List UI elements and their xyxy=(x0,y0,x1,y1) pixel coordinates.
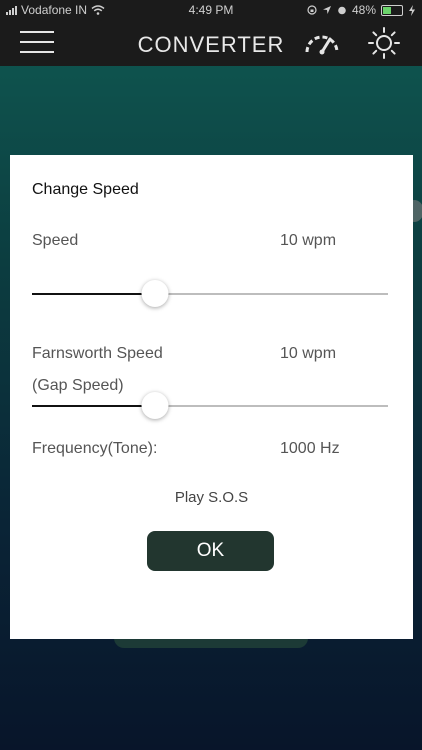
speed-value: 10 wpm xyxy=(280,232,337,249)
farnsworth-value: 10 wpm xyxy=(280,345,337,362)
change-speed-dialog: Change Speed Speed 10 wpm Farnsworth Spe… xyxy=(10,155,413,639)
battery-percent: 48% xyxy=(351,3,376,17)
farnsworth-label: Farnsworth Speed xyxy=(32,345,163,362)
alarm-icon xyxy=(338,6,346,15)
speed-label: Speed xyxy=(32,232,79,249)
farnsworth-sublabel: (Gap Speed) xyxy=(32,377,124,394)
play-sos-button[interactable]: Play S.O.S xyxy=(10,489,413,506)
charging-icon xyxy=(409,4,415,16)
speed-slider-thumb[interactable] xyxy=(141,280,169,307)
status-right: 48% xyxy=(307,3,416,17)
dialog-title: Change Speed xyxy=(32,181,139,198)
farnsworth-slider[interactable] xyxy=(32,392,388,419)
location-icon xyxy=(322,6,331,14)
frequency-value[interactable]: 1000 Hz xyxy=(280,440,340,458)
farnsworth-slider-fill xyxy=(32,405,155,407)
brightness-icon[interactable] xyxy=(368,27,400,59)
app-title: CONVERTER xyxy=(137,32,285,57)
speed-slider-fill xyxy=(32,293,155,295)
speed-slider[interactable] xyxy=(32,280,388,307)
lock-rotation-icon xyxy=(307,5,317,15)
battery-icon xyxy=(381,4,403,16)
frequency-label: Frequency(Tone): xyxy=(32,440,158,457)
nav-bar: CONVERTER xyxy=(0,20,422,66)
status-bar: Vodafone IN 4:49 PM 48% xyxy=(0,0,422,20)
speedometer-icon[interactable] xyxy=(304,30,340,56)
ok-button[interactable]: OK xyxy=(147,531,274,571)
farnsworth-slider-thumb[interactable] xyxy=(141,392,169,419)
